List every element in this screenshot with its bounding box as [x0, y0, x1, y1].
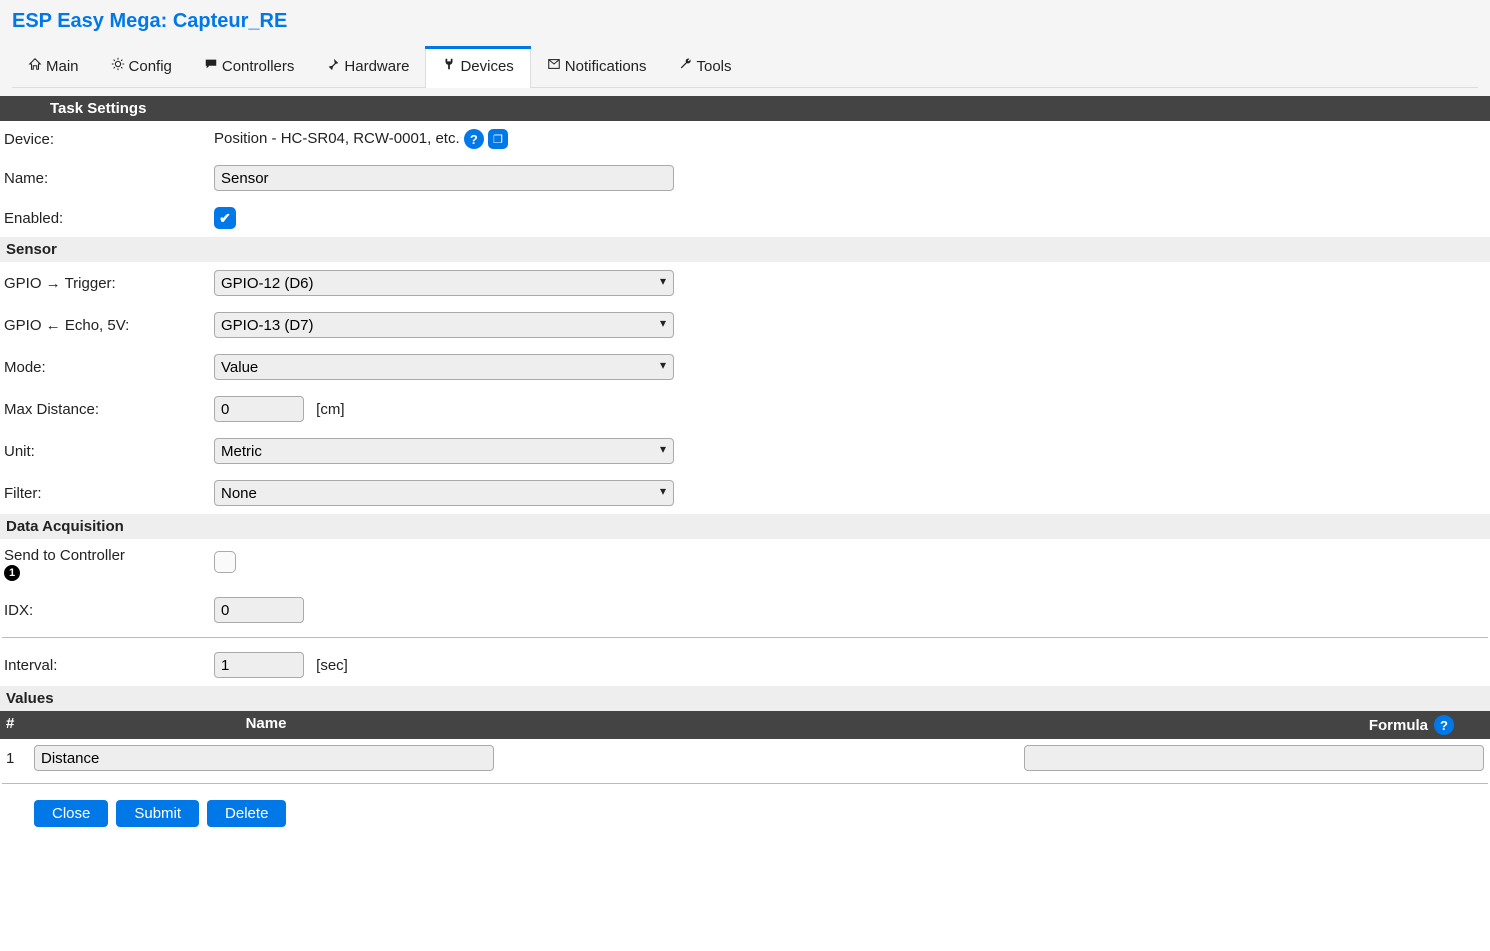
- tab-devices[interactable]: Devices: [425, 47, 530, 87]
- gpio-echo-select[interactable]: GPIO-13 (D7): [214, 312, 674, 338]
- button-bar: Close Submit Delete: [0, 790, 1490, 847]
- chat-icon: [204, 57, 218, 75]
- tab-main[interactable]: Main: [12, 47, 95, 87]
- label-interval: Interval:: [0, 644, 210, 686]
- unit-select[interactable]: Metric: [214, 438, 674, 464]
- tab-config[interactable]: Config: [95, 47, 188, 87]
- label-gpio-trigger: GPIO → Trigger:: [0, 262, 210, 304]
- values-col-idx: #: [6, 715, 36, 735]
- mail-icon: [547, 57, 561, 75]
- idx-input[interactable]: [214, 597, 304, 623]
- tab-bar: Main Config Controllers Hardware Devices…: [12, 47, 1478, 88]
- gear-icon: [111, 57, 125, 75]
- tab-tools[interactable]: Tools: [663, 47, 748, 87]
- tab-label: Tools: [697, 58, 732, 75]
- tab-hardware[interactable]: Hardware: [310, 47, 425, 87]
- values-row: 1: [0, 739, 1490, 777]
- label-name: Name:: [0, 157, 210, 199]
- send-controller-checkbox[interactable]: [214, 551, 236, 573]
- values-formula-input[interactable]: [1024, 745, 1484, 771]
- gpio-trigger-select[interactable]: GPIO-12 (D6): [214, 270, 674, 296]
- label-max-distance: Max Distance:: [0, 388, 210, 430]
- tab-label: Config: [129, 58, 172, 75]
- page-title: ESP Easy Mega: Capteur_RE: [12, 8, 1478, 37]
- submit-button[interactable]: Submit: [116, 800, 199, 827]
- label-gpio-echo: GPIO ← Echo, 5V:: [0, 304, 210, 346]
- values-name-input[interactable]: [34, 745, 494, 771]
- plug-icon: [442, 57, 456, 75]
- controller-badge: 1: [4, 565, 20, 581]
- tab-label: Main: [46, 58, 79, 75]
- label-send-controller: Send to Controller: [4, 547, 125, 564]
- tab-label: Devices: [460, 58, 513, 75]
- delete-button[interactable]: Delete: [207, 800, 286, 827]
- filter-select[interactable]: None: [214, 480, 674, 506]
- wrench-icon: [679, 57, 693, 75]
- values-row-idx: 1: [6, 750, 28, 767]
- label-unit: Unit:: [0, 430, 210, 472]
- label-mode: Mode:: [0, 346, 210, 388]
- section-values: Values: [0, 686, 1490, 711]
- label-idx: IDX:: [0, 589, 210, 631]
- mode-select[interactable]: Value: [214, 354, 674, 380]
- label-filter: Filter:: [0, 472, 210, 514]
- label-enabled: Enabled:: [0, 199, 210, 237]
- name-input[interactable]: [214, 165, 674, 191]
- tab-notifications[interactable]: Notifications: [531, 47, 663, 87]
- values-col-name: Name: [36, 715, 496, 735]
- values-col-formula: Formula: [1369, 717, 1428, 734]
- cm-suffix: [cm]: [316, 401, 344, 418]
- section-task-settings: Task Settings: [0, 96, 1490, 121]
- values-header: # Name Formula ?: [0, 711, 1490, 739]
- section-sensor: Sensor: [0, 237, 1490, 262]
- separator: [2, 783, 1488, 784]
- tab-label: Hardware: [344, 58, 409, 75]
- device-value: Position - HC-SR04, RCW-0001, etc.: [214, 130, 460, 147]
- interval-input[interactable]: [214, 652, 304, 678]
- tab-label: Notifications: [565, 58, 647, 75]
- help-icon[interactable]: ?: [1434, 715, 1454, 735]
- close-button[interactable]: Close: [34, 800, 108, 827]
- help-icon[interactable]: ?: [464, 129, 484, 149]
- separator: [2, 637, 1488, 638]
- copy-icon[interactable]: ❐: [488, 129, 508, 149]
- pin-icon: [326, 57, 340, 75]
- home-icon: [28, 57, 42, 75]
- sec-suffix: [sec]: [316, 657, 348, 674]
- section-data-acq: Data Acquisition: [0, 514, 1490, 539]
- max-distance-input[interactable]: [214, 396, 304, 422]
- tab-label: Controllers: [222, 58, 295, 75]
- label-device: Device:: [0, 121, 210, 157]
- tab-controllers[interactable]: Controllers: [188, 47, 311, 87]
- enabled-checkbox[interactable]: ✔: [214, 207, 236, 229]
